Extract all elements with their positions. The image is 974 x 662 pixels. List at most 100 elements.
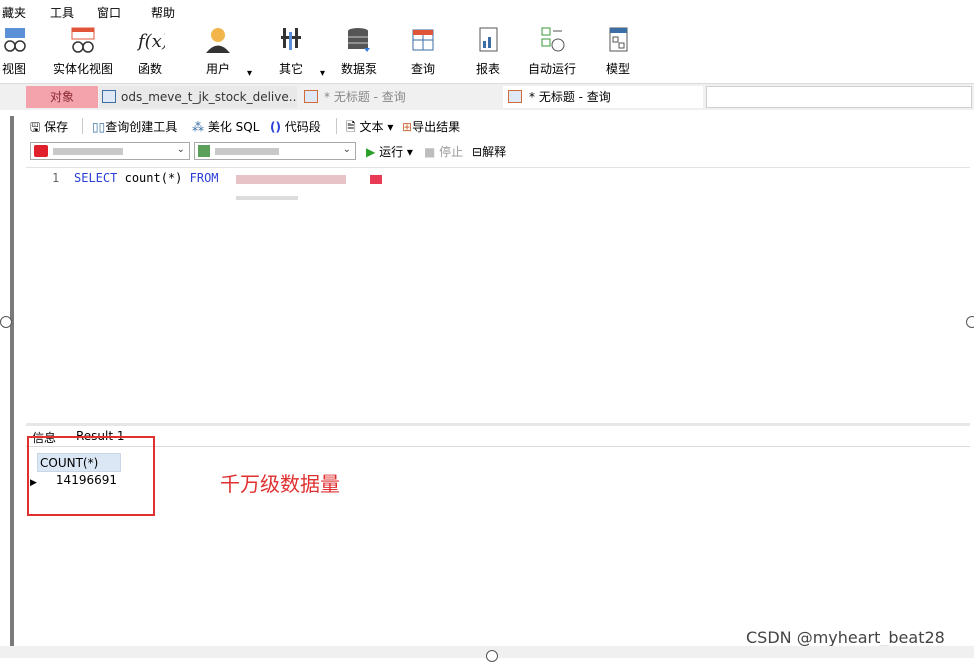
sql-code-line: SELECT count(*) FROM [74, 171, 219, 185]
toolbar-user-button[interactable]: 用户 [198, 26, 238, 77]
table-icon [102, 90, 116, 103]
toolbar-report-button[interactable]: 报表 [468, 26, 508, 77]
stop-button[interactable]: ■ 停止 [424, 143, 463, 160]
save-button[interactable]: 🖫 保存 [30, 118, 68, 139]
tab-query-1[interactable]: * 无标题 - 查询 [300, 86, 500, 108]
parentheses-icon: () [270, 120, 281, 134]
dropdown-arrow-icon[interactable]: ▾ [247, 68, 252, 79]
separator [336, 118, 337, 134]
tab-objects[interactable]: 对象 [26, 86, 98, 108]
toolbar-label: 查询 [410, 62, 435, 76]
annotation-text: 千万级数据量 [220, 472, 340, 496]
automation-icon [537, 26, 567, 54]
explain-button[interactable]: ⊟解释 [472, 143, 506, 160]
text-icon: 🗎 [346, 120, 356, 134]
result-tabs: 信息 Result 1 [26, 426, 970, 447]
svg-text:f(x): f(x) [136, 31, 165, 52]
toolbar-data-pump-button[interactable]: 数据泵 [338, 26, 380, 77]
redacted-table-name [236, 175, 346, 184]
stop-label: 停止 [439, 145, 464, 159]
tab-bar: 对象 ods_meve_t_jk_stock_delive... * 无标题 -… [0, 83, 974, 110]
tab-table-label: ods_meve_t_jk_stock_delive... [121, 90, 297, 104]
toolbar-label: 用户 [205, 62, 230, 76]
query-icon [408, 26, 438, 54]
query-builder-label: 查询创建工具 [105, 120, 178, 134]
dropdown-arrow-icon[interactable]: ▾ [320, 68, 325, 79]
materialized-view-icon [68, 26, 98, 54]
menu-favorites[interactable]: 藏夹 [2, 4, 26, 21]
main-toolbar: 视图 实体化视图 f(x) 函数 用户 ▾ 其它 ▾ 数据泵 查询 [0, 22, 974, 82]
oracle-icon [34, 145, 48, 157]
function-call: count(*) [124, 171, 183, 185]
export-icon: ⊞ [402, 120, 413, 134]
tools-icon [276, 26, 306, 54]
run-button[interactable]: ▶ 运行 ▾ [366, 143, 413, 160]
keyword-from: FROM [189, 171, 219, 185]
function-icon: f(x) [135, 26, 169, 54]
toolbar-label: 报表 [475, 62, 500, 76]
toolbar-query-button[interactable]: 查询 [403, 26, 443, 77]
user-icon [203, 26, 233, 54]
save-icon: 🖫 [30, 120, 41, 134]
redacted-text [236, 196, 298, 200]
stop-icon: ■ [424, 145, 436, 159]
keyword-select: SELECT [74, 171, 118, 185]
save-label: 保存 [44, 120, 69, 134]
toolbar-label: 函数 [137, 62, 162, 76]
line-number: 1 [52, 171, 60, 185]
schema-icon [198, 145, 210, 157]
export-label: 导出结果 [412, 120, 461, 134]
tab-table[interactable]: ods_meve_t_jk_stock_delive... [99, 86, 297, 108]
toolbar-label: 实体化视图 [52, 62, 113, 76]
explain-icon: ⊟ [472, 145, 483, 159]
menu-help[interactable]: 帮助 [151, 4, 175, 21]
query-icon [304, 90, 318, 103]
redacted-text [215, 148, 279, 155]
export-results-button[interactable]: ⊞导出结果 [402, 118, 460, 135]
toolbar-view-button[interactable]: 视图 [0, 26, 34, 77]
chevron-down-icon: ⌄ [342, 144, 351, 155]
resize-handle[interactable] [966, 316, 974, 328]
tab-query-2-label: * 无标题 - 查询 [529, 90, 611, 104]
toolbar-label: 模型 [605, 62, 630, 76]
query-builder-button[interactable]: ▯▯查询创建工具 [92, 118, 177, 135]
explain-label: 解释 [482, 145, 507, 159]
left-splitter[interactable] [10, 116, 14, 646]
menu-bar: 藏夹 工具 窗口 帮助 [0, 0, 974, 22]
toolbar-function-button[interactable]: f(x) 函数 [130, 26, 170, 77]
run-label: 运行 [379, 145, 404, 159]
line-gutter: 1 [26, 168, 62, 424]
snippet-label: 代码段 [284, 120, 321, 134]
toolbar-model-button[interactable]: 模型 [598, 26, 638, 77]
tab-query-1-label: * 无标题 - 查询 [324, 90, 406, 104]
query-icon [508, 90, 522, 103]
resize-handle[interactable] [0, 316, 12, 328]
sql-editor[interactable]: 1 SELECT count(*) FROM [26, 167, 970, 424]
text-label: 文本 [359, 120, 384, 134]
beautify-icon: ⁂ [192, 120, 204, 134]
connection-row: ⌄ ⌄ ▶ 运行 ▾ ■ 停止 ⊟解释 [26, 140, 970, 164]
chevron-down-icon: ⌄ [176, 144, 185, 155]
toolbar-materialized-view-button[interactable]: 实体化视图 [48, 26, 118, 77]
redacted-text [53, 148, 123, 155]
tab-query-2[interactable]: * 无标题 - 查询 [503, 86, 703, 108]
toolbar-label: 数据泵 [340, 62, 377, 76]
toolbar-label: 自动运行 [527, 62, 576, 76]
highlight-box [27, 436, 155, 516]
toolbar-automation-button[interactable]: 自动运行 [524, 26, 580, 77]
view-icon [0, 26, 29, 54]
menu-window[interactable]: 窗口 [97, 4, 121, 21]
query-toolbar: 🖫 保存 ▯▯查询创建工具 ⁂ 美化 SQL () 代码段 🗎 文本 ▾ ⊞导出… [26, 114, 970, 138]
menu-tools[interactable]: 工具 [50, 4, 74, 21]
beautify-sql-button[interactable]: ⁂ 美化 SQL [192, 118, 259, 135]
tab-empty-area [706, 86, 972, 108]
connection-select[interactable]: ⌄ [30, 142, 190, 160]
toolbar-other-button[interactable]: 其它 [271, 26, 311, 77]
watermark: CSDN @myheart_beat28 [746, 628, 945, 647]
play-icon: ▶ [366, 145, 376, 159]
beautify-label: 美化 SQL [207, 120, 260, 134]
text-button[interactable]: 🗎 文本 ▾ [346, 118, 393, 139]
resize-handle[interactable] [486, 650, 498, 662]
code-snippet-button[interactable]: () 代码段 [270, 118, 321, 135]
schema-select[interactable]: ⌄ [194, 142, 356, 160]
